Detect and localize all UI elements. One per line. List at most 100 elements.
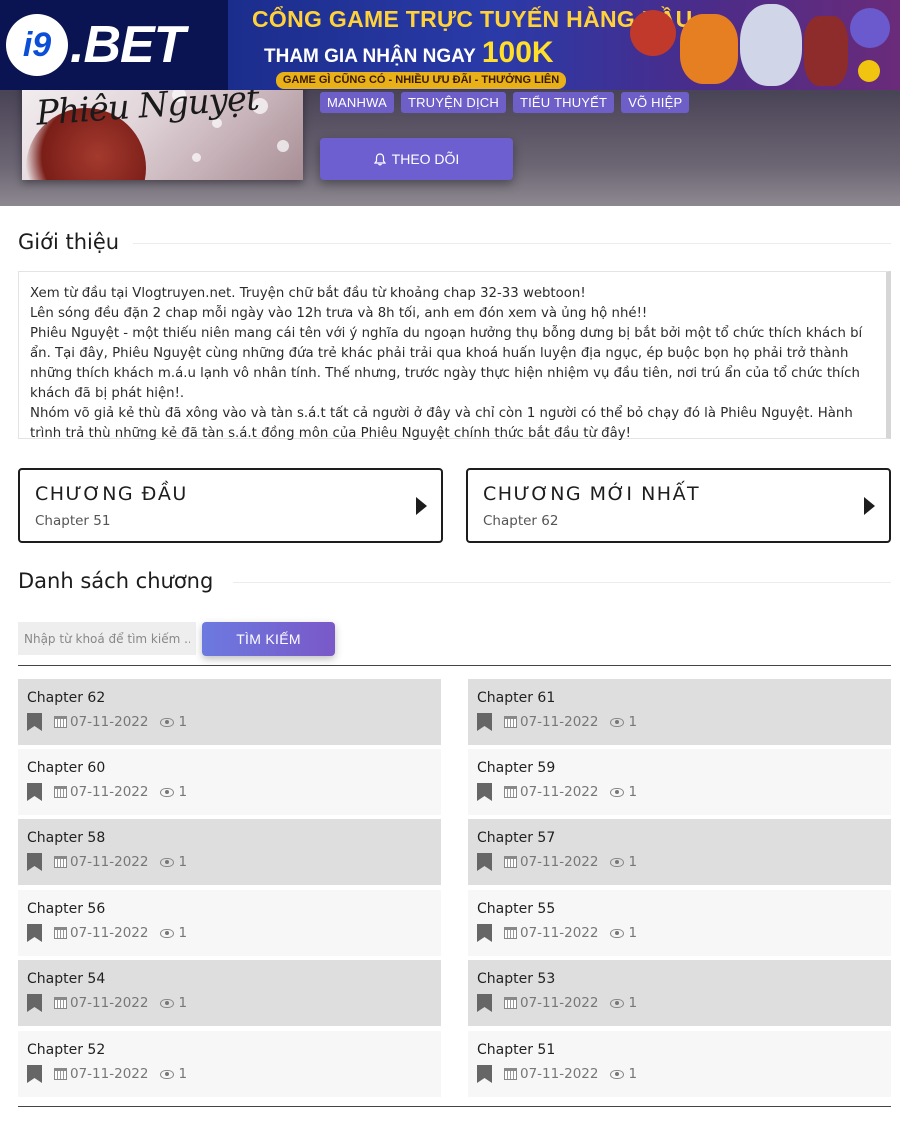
chapter-name: Chapter 56 — [27, 901, 106, 917]
chapter-name: Chapter 62 — [27, 690, 106, 706]
chapter-item[interactable]: Chapter 62 07-11-2022 1 — [18, 679, 441, 745]
follow-button-label: THEO DÕI — [391, 151, 460, 167]
bookmark-icon[interactable] — [477, 783, 492, 801]
calendar-icon — [504, 716, 517, 728]
chapter-item[interactable]: Chapter 51 07-11-2022 1 — [468, 1031, 891, 1097]
latest-chapter-label: CHƯƠNG MỚI NHẤT — [483, 483, 701, 505]
chapter-name: Chapter 51 — [477, 1042, 556, 1058]
chapter-date: 07-11-2022 — [520, 714, 599, 730]
bookmark-icon[interactable] — [477, 924, 492, 942]
eye-icon — [610, 787, 625, 797]
ad-character-art — [680, 14, 738, 84]
calendar-icon — [504, 856, 517, 868]
chapter-views: 1 — [178, 714, 188, 730]
divider — [18, 665, 891, 666]
intro-description: Xem từ đầu tại Vlogtruyen.net. Truyện ch… — [18, 271, 891, 441]
ad-slot-icon — [630, 10, 676, 56]
chapter-item[interactable]: Chapter 55 07-11-2022 1 — [468, 890, 891, 956]
chapter-date: 07-11-2022 — [520, 995, 599, 1011]
eye-icon — [610, 928, 625, 938]
calendar-icon — [504, 1068, 517, 1080]
eye-icon — [610, 1069, 625, 1079]
intro-line: Lên sóng đều đặn 2 chap mỗi ngày vào 12h… — [30, 306, 648, 321]
calendar-icon — [54, 786, 67, 798]
bookmark-icon[interactable] — [27, 783, 42, 801]
ad-character-art — [804, 16, 848, 86]
chapter-views: 1 — [628, 784, 638, 800]
eye-icon — [160, 1069, 175, 1079]
chapter-views: 1 — [628, 854, 638, 870]
ad-logo: i9 .BET — [0, 0, 228, 90]
bookmark-icon[interactable] — [477, 994, 492, 1012]
chapter-item[interactable]: Chapter 52 07-11-2022 1 — [18, 1031, 441, 1097]
chapter-name: Chapter 53 — [477, 971, 556, 987]
calendar-icon — [504, 786, 517, 798]
ad-promo-amount: 100K — [481, 36, 554, 69]
chapter-date: 07-11-2022 — [520, 925, 599, 941]
ad-character-art — [850, 8, 890, 48]
follow-button[interactable]: THEO DÕI — [320, 138, 513, 180]
tag-tieu-thuyet[interactable]: TIỂU THUYẾT — [512, 92, 615, 113]
chapter-views: 1 — [178, 925, 188, 941]
bookmark-icon[interactable] — [27, 853, 42, 871]
chapter-views: 1 — [628, 925, 638, 941]
chapter-name: Chapter 55 — [477, 901, 556, 917]
latest-chapter-button[interactable]: CHƯƠNG MỚI NHẤT Chapter 62 — [466, 468, 891, 543]
calendar-icon — [54, 1068, 67, 1080]
chapter-name: Chapter 58 — [27, 830, 106, 846]
divider — [18, 1106, 891, 1107]
chapter-views: 1 — [628, 714, 638, 730]
chapter-item[interactable]: Chapter 58 07-11-2022 1 — [18, 819, 441, 885]
calendar-icon — [54, 927, 67, 939]
chapter-item[interactable]: Chapter 61 07-11-2022 1 — [468, 679, 891, 745]
chapter-date: 07-11-2022 — [520, 784, 599, 800]
chapter-date: 07-11-2022 — [520, 854, 599, 870]
calendar-icon — [54, 856, 67, 868]
chapter-search-input[interactable] — [18, 622, 196, 655]
search-button[interactable]: TÌM KIẾM — [202, 622, 335, 656]
bookmark-icon[interactable] — [477, 853, 492, 871]
play-arrow-icon — [416, 497, 427, 515]
bookmark-icon[interactable] — [27, 924, 42, 942]
chapter-views: 1 — [178, 854, 188, 870]
chapter-item[interactable]: Chapter 60 07-11-2022 1 — [18, 749, 441, 815]
chapter-views: 1 — [178, 995, 188, 1011]
ad-logo-i9: i9 — [6, 14, 68, 76]
calendar-icon — [54, 997, 67, 1009]
bookmark-icon[interactable] — [477, 1065, 492, 1083]
eye-icon — [160, 857, 175, 867]
chapter-views: 1 — [628, 995, 638, 1011]
divider — [233, 582, 891, 583]
calendar-icon — [54, 716, 67, 728]
eye-icon — [160, 717, 175, 727]
chapter-list-heading: Danh sách chương — [18, 569, 214, 593]
chapter-item[interactable]: Chapter 59 07-11-2022 1 — [468, 749, 891, 815]
first-chapter-number: Chapter 51 — [35, 513, 111, 529]
bookmark-icon[interactable] — [27, 1065, 42, 1083]
chapter-name: Chapter 54 — [27, 971, 106, 987]
bookmark-icon[interactable] — [27, 713, 42, 731]
blossom-decoration — [192, 153, 201, 162]
first-chapter-button[interactable]: CHƯƠNG ĐẦU Chapter 51 — [18, 468, 443, 543]
tag-vo-hiep[interactable]: VÕ HIỆP — [621, 92, 690, 113]
ad-banner[interactable]: i9 .BET CỔNG GAME TRỰC TUYẾN HÀNG ĐẦU TH… — [0, 0, 900, 90]
chapter-item[interactable]: Chapter 54 07-11-2022 1 — [18, 960, 441, 1026]
chapter-name: Chapter 60 — [27, 760, 106, 776]
ad-content: CỔNG GAME TRỰC TUYẾN HÀNG ĐẦU THAM GIA N… — [228, 0, 900, 90]
bookmark-icon[interactable] — [27, 994, 42, 1012]
chapter-item[interactable]: Chapter 57 07-11-2022 1 — [468, 819, 891, 885]
chapter-item[interactable]: Chapter 53 07-11-2022 1 — [468, 960, 891, 1026]
chapter-name: Chapter 57 — [477, 830, 556, 846]
chapter-views: 1 — [178, 1066, 188, 1082]
tag-manhwa[interactable]: MANHWA — [320, 92, 394, 113]
calendar-icon — [504, 997, 517, 1009]
chapter-item[interactable]: Chapter 56 07-11-2022 1 — [18, 890, 441, 956]
intro-line: Phiêu Nguyệt - một thiếu niên mang cái t… — [30, 326, 863, 401]
bell-icon — [373, 152, 386, 165]
chapter-name: Chapter 52 — [27, 1042, 106, 1058]
ad-logo-bet: .BET — [70, 16, 185, 74]
tag-truyen-dich[interactable]: TRUYỆN DỊCH — [400, 92, 506, 113]
chapter-date: 07-11-2022 — [70, 854, 149, 870]
eye-icon — [160, 928, 175, 938]
bookmark-icon[interactable] — [477, 713, 492, 731]
